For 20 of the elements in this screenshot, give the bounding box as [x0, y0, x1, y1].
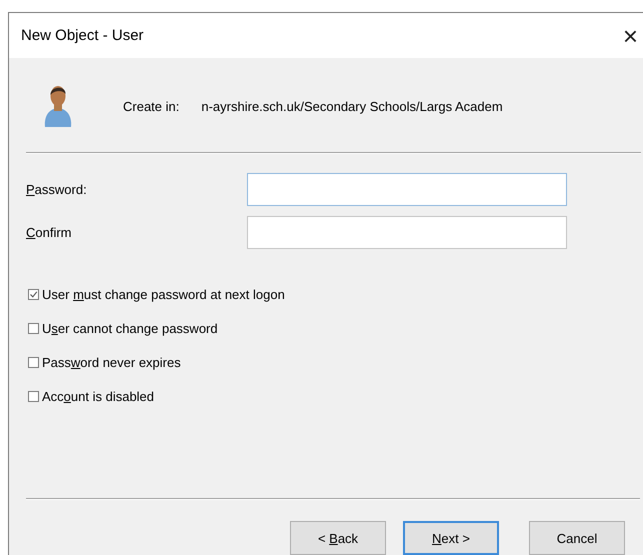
container-path: n-ayrshire.sch.uk/Secondary Schools/Largs Academ [201, 98, 503, 114]
close-button[interactable]: × [622, 22, 638, 48]
window-title: New Object - User [21, 27, 144, 44]
field-label: Confirm [26, 225, 73, 240]
password-field[interactable] [247, 216, 567, 249]
checkbox[interactable] [28, 322, 39, 334]
back-button[interactable]: < Back [290, 521, 386, 555]
checkbox-label: Password never expires [42, 354, 181, 370]
next-button[interactable]: Next > [403, 521, 499, 555]
checkbox[interactable] [28, 356, 39, 368]
checkbox-label: Account is disabled [42, 388, 154, 404]
password-field[interactable] [247, 173, 567, 206]
cancel-button[interactable]: Cancel [529, 521, 625, 555]
checkbox[interactable] [28, 288, 39, 300]
field-label: Password: [26, 182, 88, 197]
checkbox-label: User cannot change password [42, 320, 218, 336]
user-icon [43, 83, 73, 129]
checkbox-label: User must change password at next logon [42, 286, 285, 302]
create-in-label: Create in: [123, 98, 180, 114]
checkbox[interactable] [28, 390, 39, 402]
